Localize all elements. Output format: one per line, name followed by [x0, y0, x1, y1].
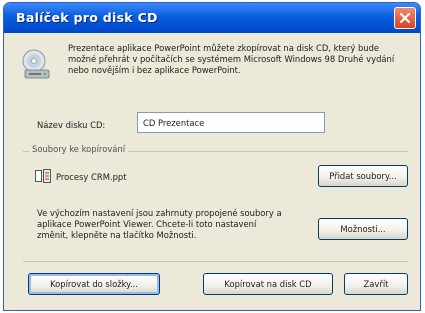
copy-to-cd-button[interactable]: Kopírovat na disk CD: [203, 273, 333, 295]
close-icon: [399, 12, 411, 24]
presentation-file-icon: [35, 169, 51, 183]
cd-name-label: Název disku CD:: [37, 120, 106, 130]
file-list-item[interactable]: Procesy CRM.ppt: [56, 172, 127, 183]
intro-text: Prezentace aplikace PowerPoint můžete zk…: [68, 43, 395, 75]
title-bar[interactable]: Balíček pro disk CD: [4, 3, 420, 33]
copy-to-folder-button[interactable]: Kopírovat do složky...: [28, 273, 160, 295]
footer-divider: [23, 261, 408, 262]
package-for-cd-dialog: Balíček pro disk CD Prezentace aplikace …: [3, 2, 421, 311]
cd-drive-icon: [22, 49, 50, 79]
options-button[interactable]: Možnosti...: [318, 218, 408, 240]
close-button[interactable]: Zavřít: [344, 273, 408, 295]
files-group-label: Soubory ke kopírování: [29, 144, 129, 155]
add-files-button[interactable]: Přidat soubory...: [318, 165, 408, 187]
cd-name-input[interactable]: [137, 112, 325, 133]
dialog-title: Balíček pro disk CD: [16, 10, 158, 25]
close-window-button[interactable]: [394, 7, 416, 29]
info-text: Ve výchozím nastavení jsou zahrnuty prop…: [37, 208, 282, 240]
